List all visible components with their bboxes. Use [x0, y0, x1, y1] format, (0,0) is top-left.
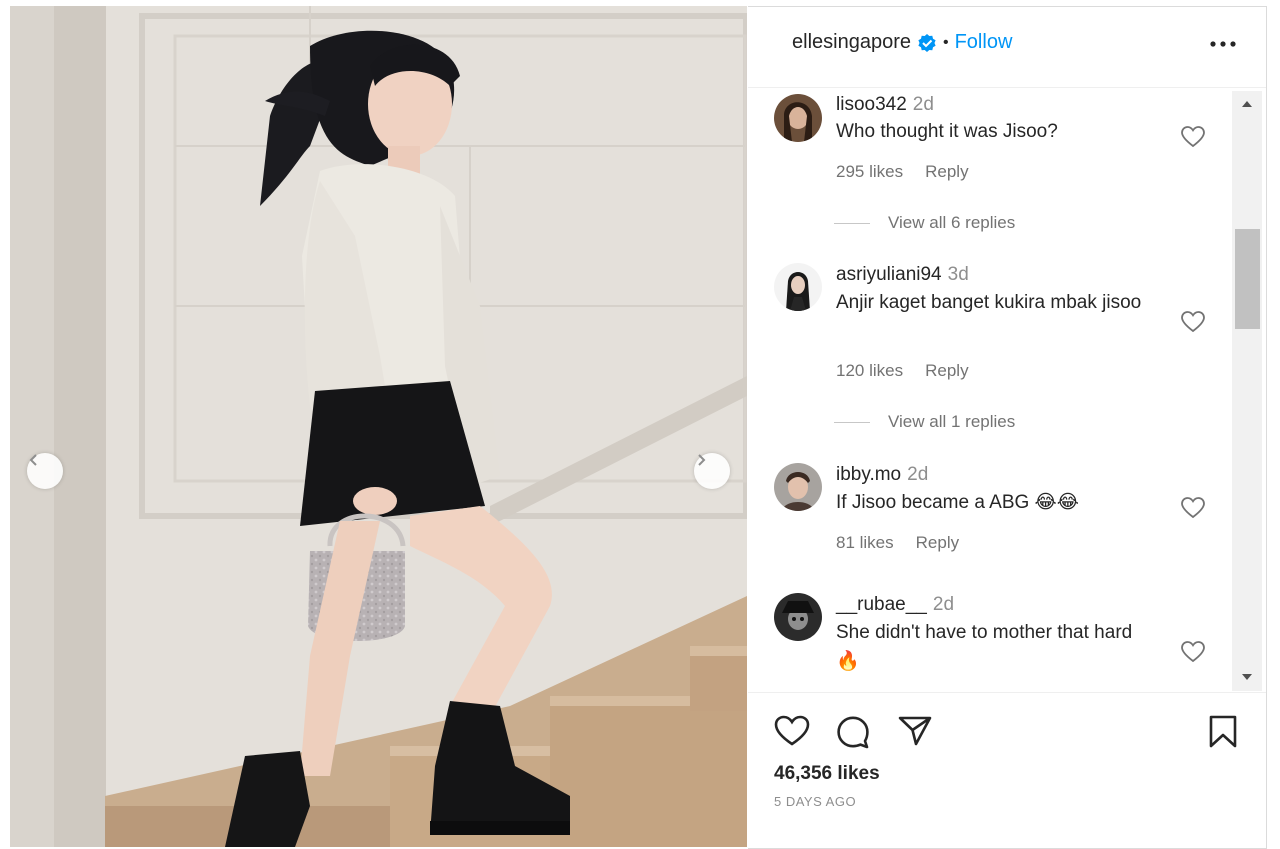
arrow-up-icon: [1242, 101, 1252, 107]
comment-bubble-icon: [837, 716, 869, 749]
bookmark-icon: [1209, 715, 1237, 748]
heart-icon: [1181, 311, 1205, 333]
comment-text: She didn't have to mother that hard 🔥: [836, 622, 1133, 672]
avatar[interactable]: [774, 94, 822, 142]
share-button[interactable]: [898, 715, 932, 752]
comment-header: asriyuliani94 3d: [836, 264, 969, 286]
scroll-up-button[interactable]: [1239, 96, 1255, 112]
arrow-down-icon: [1242, 674, 1252, 680]
comment-time[interactable]: 2d: [913, 94, 934, 115]
comment-text: Anjir kaget banget kukira mbak jisoo: [836, 292, 1142, 313]
post-author: ellesingapore • Follow: [792, 31, 1012, 54]
comment-username[interactable]: asriyuliani94: [836, 264, 942, 285]
comment-likes[interactable]: 120 likes: [836, 361, 903, 380]
avatar[interactable]: [774, 463, 822, 511]
avatar-image: [774, 263, 822, 311]
comment-header: __rubae__ 2d: [836, 594, 954, 616]
replies-divider: [834, 421, 870, 423]
photo-illustration: [10, 6, 747, 847]
scrollbar-thumb[interactable]: [1235, 229, 1260, 329]
separator-dot: •: [942, 33, 949, 51]
comment-username[interactable]: ibby.mo: [836, 464, 901, 485]
post-header: ellesingapore • Follow: [748, 7, 1266, 88]
chevron-right-icon: [698, 454, 706, 466]
next-photo-button[interactable]: [694, 453, 730, 489]
reply-button[interactable]: Reply: [925, 162, 968, 181]
avatar-image: [774, 593, 822, 641]
comment-header: ibby.mo 2d: [836, 464, 928, 486]
comment-time[interactable]: 2d: [933, 594, 954, 615]
heart-icon: [1181, 497, 1205, 519]
like-comment-button[interactable]: [1181, 126, 1205, 153]
reply-button[interactable]: Reply: [925, 361, 968, 380]
like-comment-button[interactable]: [1181, 497, 1205, 524]
author-username[interactable]: ellesingapore: [792, 31, 911, 54]
post-likes-count[interactable]: 46,356 likes: [774, 763, 880, 785]
scroll-down-button[interactable]: [1239, 669, 1255, 685]
comment-likes[interactable]: 295 likes: [836, 162, 903, 181]
comment-time[interactable]: 3d: [948, 264, 969, 285]
post-actions: 46,356 likes 5 DAYS AGO: [748, 692, 1266, 849]
post-side-panel: ellesingapore • Follow lisoo342 2d Who t…: [748, 6, 1267, 849]
avatar[interactable]: [774, 593, 822, 641]
view-replies-button[interactable]: View all 1 replies: [834, 412, 1015, 432]
like-comment-button[interactable]: [1181, 311, 1205, 338]
avatar[interactable]: [774, 263, 822, 311]
comment-header: lisoo342 2d: [836, 94, 934, 116]
comments-list[interactable]: lisoo342 2d Who thought it was Jisoo? 295…: [748, 88, 1266, 692]
comments-scrollbar[interactable]: [1232, 91, 1262, 691]
view-replies-label: View all 1 replies: [888, 412, 1016, 431]
heart-icon: [1181, 126, 1205, 148]
chevron-left-icon: [29, 454, 37, 466]
follow-button[interactable]: Follow: [955, 31, 1013, 54]
like-button[interactable]: [774, 715, 810, 752]
comment-meta: 295 likes Reply: [836, 162, 969, 182]
verified-badge-icon: [918, 33, 936, 52]
comment-username[interactable]: lisoo342: [836, 94, 907, 115]
comment-meta: 120 likes Reply: [836, 361, 969, 381]
send-icon: [898, 716, 932, 746]
post-date[interactable]: 5 DAYS AGO: [774, 794, 856, 809]
more-dots-icon: [1210, 41, 1236, 47]
view-replies-label: View all 6 replies: [888, 213, 1016, 232]
view-replies-button[interactable]: View all 6 replies: [834, 213, 1015, 233]
comment-time[interactable]: 2d: [907, 464, 928, 485]
heart-icon: [774, 715, 810, 746]
more-options-button[interactable]: [1210, 35, 1236, 53]
comment-text: If Jisoo became a ABG 😂😂: [836, 492, 1079, 513]
comment-username[interactable]: __rubae__: [836, 594, 927, 615]
post-photo[interactable]: [10, 6, 747, 847]
previous-photo-button[interactable]: [27, 453, 63, 489]
like-comment-button[interactable]: [1181, 641, 1205, 668]
comment-text: Who thought it was Jisoo?: [836, 121, 1058, 142]
heart-icon: [1181, 641, 1205, 663]
replies-divider: [834, 222, 870, 224]
save-button[interactable]: [1208, 715, 1238, 754]
avatar-image: [774, 463, 822, 511]
comment-button[interactable]: [836, 715, 870, 754]
reply-button[interactable]: Reply: [916, 533, 959, 552]
comment-meta: 81 likes Reply: [836, 533, 959, 553]
comment-likes[interactable]: 81 likes: [836, 533, 894, 552]
avatar-image: [774, 94, 822, 142]
